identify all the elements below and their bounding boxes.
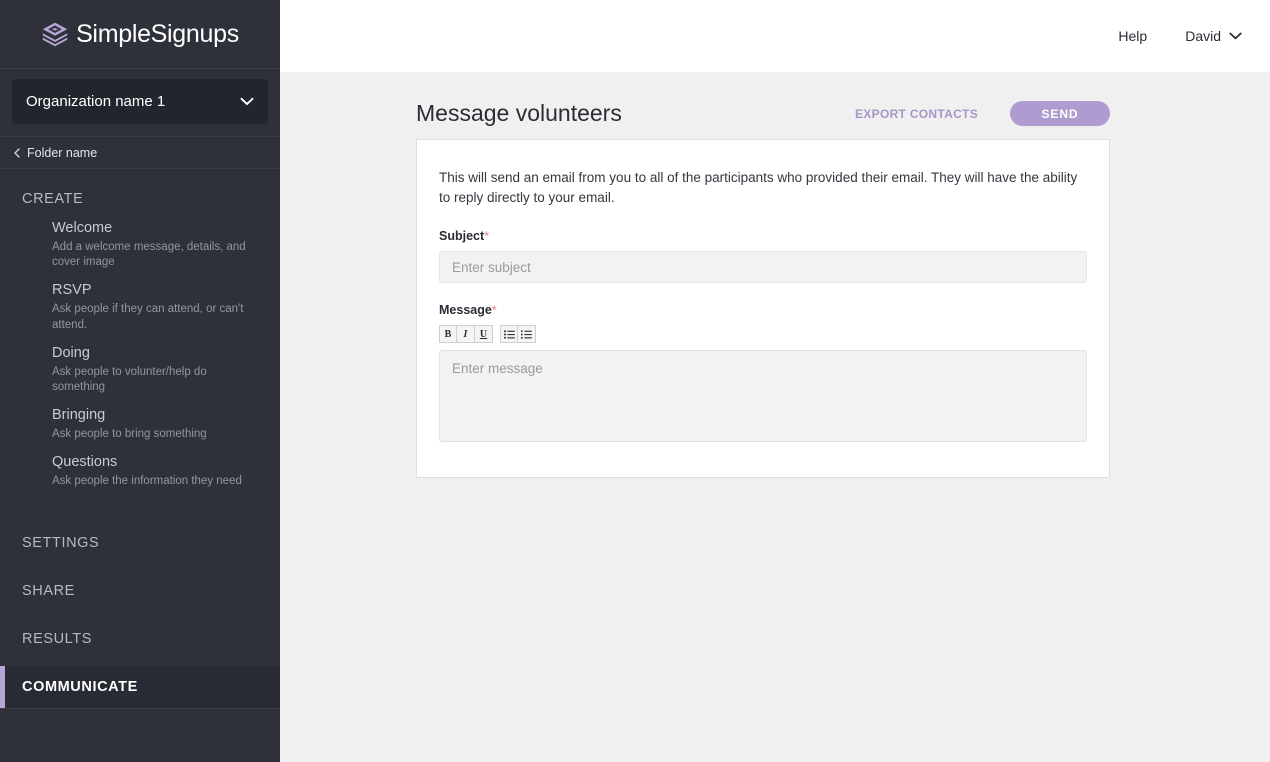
underline-button[interactable]: U xyxy=(475,325,493,344)
folder-name: Folder name xyxy=(27,145,98,160)
sidebar-item-bringing[interactable]: Bringing Ask people to bring something xyxy=(0,400,280,447)
text-style-group: B I U xyxy=(439,325,493,344)
create-section-heading: CREATE xyxy=(22,191,84,207)
sidebar-item-title: Doing xyxy=(52,344,90,361)
sidebar-item-questions[interactable]: Questions Ask people the information the… xyxy=(0,447,280,494)
message-field-block: Message* B I U xyxy=(439,303,1087,447)
brand-name: SimpleSignups xyxy=(76,19,239,48)
rich-text-toolbar: B I U xyxy=(439,325,1087,344)
subject-input[interactable] xyxy=(439,251,1087,284)
list-group xyxy=(500,325,536,344)
message-textarea[interactable] xyxy=(439,350,1087,443)
sidebar-item-communicate[interactable]: COMMUNICATE xyxy=(0,666,280,709)
sidebar: SimpleSignups Organization name 1 Folder… xyxy=(0,0,280,762)
subject-field-block: Subject* xyxy=(439,229,1087,284)
required-asterisk: * xyxy=(484,229,489,244)
subject-label: Subject* xyxy=(439,229,1087,243)
sidebar-item-desc: Add a welcome message, details, and cove… xyxy=(52,241,246,269)
sidebar-item-desc: Ask people to volunter/help do something xyxy=(52,365,207,393)
top-bar: Help David xyxy=(280,0,1270,72)
bold-button[interactable]: B xyxy=(439,325,457,344)
italic-button[interactable]: I xyxy=(457,325,475,344)
numbered-list-button[interactable] xyxy=(518,325,536,344)
sidebar-item-results[interactable]: RESULTS xyxy=(0,618,280,660)
sidebar-item-doing[interactable]: Doing Ask people to volunter/help do som… xyxy=(0,338,280,400)
sidebar-item-share[interactable]: SHARE xyxy=(0,570,280,612)
export-contacts-button[interactable]: EXPORT CONTACTS xyxy=(855,107,978,121)
page-title: Message volunteers xyxy=(416,100,622,126)
subject-label-text: Subject xyxy=(439,229,485,244)
chevron-left-icon xyxy=(14,147,20,158)
org-selector-label: Organization name 1 xyxy=(26,93,166,110)
bullet-list-icon xyxy=(503,329,515,339)
user-name: David xyxy=(1185,28,1221,44)
bullet-list-button[interactable] xyxy=(500,325,518,344)
sidebar-item-desc: Ask people the information they need xyxy=(52,475,242,488)
layers-stack-icon xyxy=(42,22,68,47)
required-asterisk: * xyxy=(491,303,497,318)
chevron-down-icon xyxy=(1229,32,1242,40)
org-selector-zone: Organization name 1 xyxy=(0,69,280,136)
page-actions: EXPORT CONTACTS SEND xyxy=(855,101,1110,126)
sidebar-item-title: Bringing xyxy=(52,407,106,424)
sidebar-item-desc: Ask people to bring something xyxy=(52,428,207,441)
app-root: SimpleSignups Organization name 1 Folder… xyxy=(0,0,1270,762)
numbered-list-icon xyxy=(521,330,532,339)
sidebar-item-title: Welcome xyxy=(52,220,113,236)
message-label-text: Message xyxy=(439,303,492,318)
sidebar-item-settings[interactable]: SETTINGS xyxy=(0,522,280,564)
folder-breadcrumb[interactable]: Folder name xyxy=(0,136,280,169)
page-header: Message volunteers EXPORT CONTACTS SEND xyxy=(280,72,1270,127)
message-label: Message* xyxy=(439,303,1087,317)
sidebar-item-desc: Ask people if they can attend, or can't … xyxy=(52,303,244,331)
sidebar-item-welcome[interactable]: Welcome Add a welcome message, details, … xyxy=(0,213,280,275)
brand-logo-bar: SimpleSignups xyxy=(0,0,280,69)
sidebar-item-title: RSVP xyxy=(52,282,92,299)
sidebar-item-rsvp[interactable]: RSVP Ask people if they can attend, or c… xyxy=(0,275,280,337)
user-menu[interactable]: David xyxy=(1185,28,1242,44)
sidebar-divider xyxy=(0,708,280,710)
form-intro-text: This will send an email from you to all … xyxy=(439,170,1078,205)
sidebar-item-title: Questions xyxy=(52,454,118,471)
message-form-card: This will send an email from you to all … xyxy=(416,139,1110,479)
org-selector[interactable]: Organization name 1 xyxy=(12,79,268,124)
help-link[interactable]: Help xyxy=(1118,28,1147,44)
brand-logo[interactable]: SimpleSignups xyxy=(41,20,239,49)
chevron-down-icon xyxy=(240,97,254,105)
send-button[interactable]: SEND xyxy=(1010,101,1110,126)
main-content: Help David Message volunteers EXPORT CON… xyxy=(280,0,1270,762)
